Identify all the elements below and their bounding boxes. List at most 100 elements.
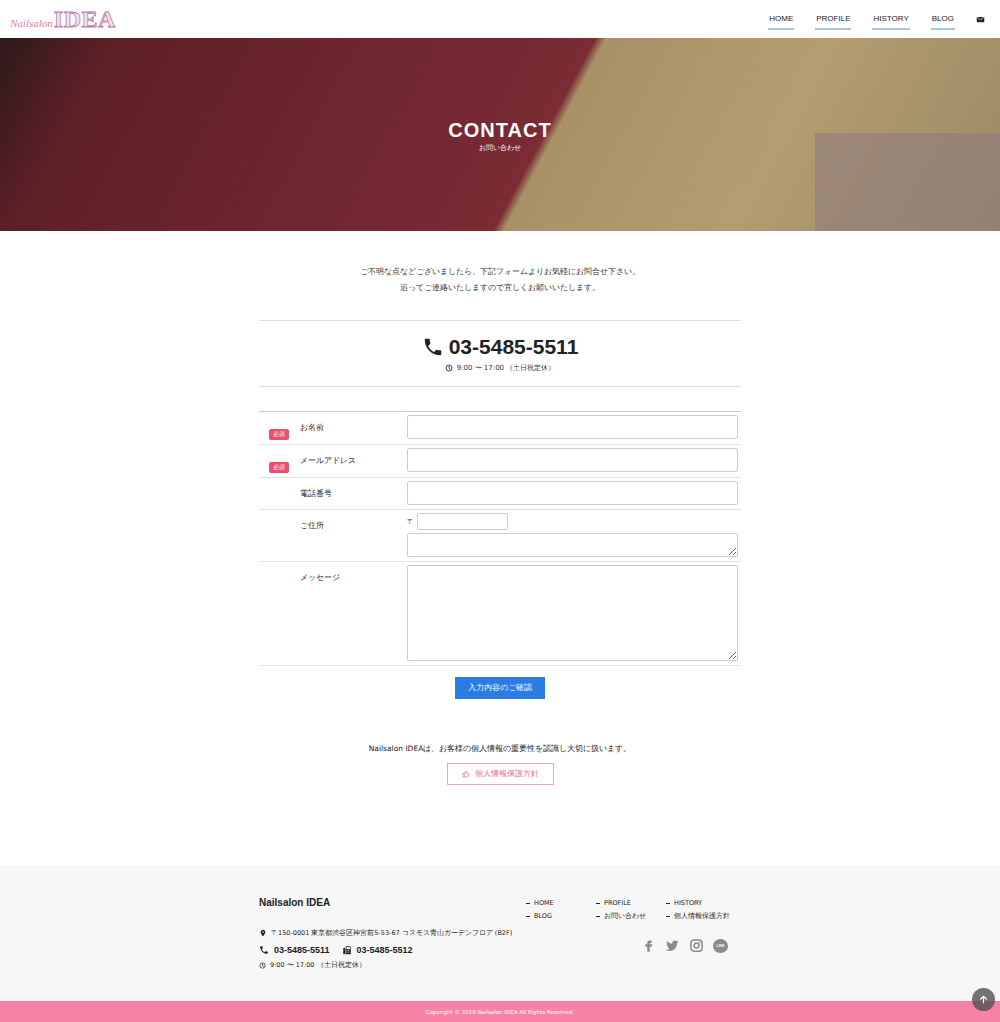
dash-mark	[526, 916, 530, 917]
site-footer: Nailsalon IDEA 〒150-0001 東京都渋谷区神宮前5-53-67…	[0, 865, 1000, 1001]
main-nav: HOME PROFILE HISTORY BLOG	[768, 8, 985, 30]
zip-mark: 〒	[407, 517, 414, 527]
business-hours: 9:00 〜 17:00 （土日祝定休）	[445, 361, 556, 375]
field-label: 電話番号	[300, 481, 407, 505]
form-row: 必須メールアドレス	[259, 445, 741, 478]
nav-link[interactable]: HOME	[768, 14, 794, 30]
map-pin-icon	[259, 929, 267, 937]
address-input[interactable]	[407, 533, 738, 557]
logo[interactable]: NailsalonIDEA	[10, 6, 116, 32]
footer-link[interactable]: BLOG	[526, 910, 596, 923]
required-cell	[259, 481, 300, 505]
mail-icon[interactable]	[976, 15, 985, 24]
required-badge: 必須	[269, 429, 289, 440]
input-cell	[407, 565, 738, 661]
nav-link[interactable]: BLOG	[931, 14, 955, 30]
intro-text: ご不明な点などございましたら、下記フォームよりお気軽にお問合せ下さい。追ってご連…	[259, 264, 741, 296]
footer-hours: 9:00 〜 17:00 （土日祝定休）	[259, 960, 512, 970]
footer-link-label: 個人情報保護方針	[674, 910, 730, 923]
confirm-button[interactable]: 入力内容のご確認	[455, 677, 545, 699]
dash-mark	[596, 916, 600, 917]
footer-link-column: HOMEBLOG	[526, 897, 596, 923]
privacy-button[interactable]: 個人情報保護方針	[447, 763, 554, 785]
field-label: メッセージ	[300, 565, 407, 661]
footer-link-label: BLOG	[534, 910, 552, 923]
footer-brand: Nailsalon IDEA	[259, 895, 512, 911]
phone-icon	[422, 336, 444, 358]
footer-fax: 03-5485-5512	[342, 944, 413, 956]
footer-link[interactable]: HOME	[526, 897, 596, 910]
intro-line: ご不明な点などございましたら、下記フォームよりお気軽にお問合せ下さい。	[259, 264, 741, 280]
copyright: Copyright © 2019 Nailsalon IDEA All Righ…	[426, 1008, 574, 1016]
phone-block: 03-5485-55119:00 〜 17:00 （土日祝定休）	[259, 320, 741, 387]
text-input[interactable]	[407, 448, 738, 472]
copyright-bar: Copyright © 2019 Nailsalon IDEA All Righ…	[0, 1001, 1000, 1022]
message-input[interactable]	[407, 565, 738, 661]
required-cell: 必須	[259, 415, 300, 440]
privacy-text: Nailsalon IDEAは、お客様の個人情報の重要性を認識し大切に扱います。	[259, 743, 741, 755]
footer-link[interactable]: PROFILE	[596, 897, 666, 910]
dash-mark	[666, 916, 670, 917]
hero-photo: CONTACTお問い合わせ	[0, 38, 1000, 231]
back-to-top-button[interactable]	[972, 988, 995, 1011]
footer-link[interactable]: HISTORY	[666, 897, 741, 910]
form-row: メッセージ	[259, 562, 741, 666]
footer-tel[interactable]: 03-5485-5511	[259, 944, 330, 956]
line-icon[interactable]: LINE	[713, 938, 728, 953]
dash-mark	[596, 903, 600, 904]
footer-link-column: HISTORY個人情報保護方針	[666, 897, 741, 923]
address-text: 〒150-0001 東京都渋谷区神宮前5-53-67 コスモス青山ガーデンフロア…	[271, 928, 512, 938]
hero-decoration	[815, 133, 1000, 231]
required-cell: 必須	[259, 448, 300, 473]
contact-form: 必須お名前必須メールアドレス電話番号ご住所〒メッセージ	[259, 411, 741, 666]
form-row: 電話番号	[259, 478, 741, 510]
required-cell	[259, 565, 300, 661]
privacy-row: 個人情報保護方針	[259, 763, 741, 785]
main-content: ご不明な点などございましたら、下記フォームよりお気軽にお問合せ下さい。追ってご連…	[0, 231, 1000, 865]
field-label: メールアドレス	[300, 448, 407, 473]
line-bubble: LINE	[713, 939, 728, 953]
footer-address: 〒150-0001 東京都渋谷区神宮前5-53-67 コスモス青山ガーデンフロア…	[259, 928, 512, 938]
footer-link-column: PROFILEお問い合わせ	[596, 897, 666, 923]
footer-link-label: お問い合わせ	[604, 910, 646, 923]
zip-row: 〒	[407, 513, 738, 530]
phone-icon	[259, 945, 269, 955]
form-row: ご住所〒	[259, 510, 741, 562]
logo-script: Nailsalon	[10, 17, 53, 29]
logo-main: IDEA	[54, 6, 116, 32]
footer-contacts: 03-5485-5511 03-5485-5512	[259, 944, 512, 956]
zip-input[interactable]	[417, 513, 508, 530]
fax-number: 03-5485-5512	[357, 944, 413, 956]
footer-link[interactable]: 個人情報保護方針	[666, 910, 741, 923]
required-badge: 必須	[269, 462, 289, 473]
footer-info: Nailsalon IDEA 〒150-0001 東京都渋谷区神宮前5-53-67…	[259, 895, 512, 970]
input-cell: 〒	[407, 513, 738, 557]
text-input[interactable]	[407, 415, 738, 439]
nav-link[interactable]: PROFILE	[815, 14, 851, 30]
nav-link[interactable]: HISTORY	[872, 14, 909, 30]
thumbs-up-icon	[462, 770, 470, 778]
content: ご不明な点などございましたら、下記フォームよりお気軽にお問合せ下さい。追ってご連…	[259, 264, 741, 785]
field-label: ご住所	[300, 513, 407, 557]
input-cell	[407, 448, 738, 473]
hours-text: 9:00 〜 17:00 （土日祝定休）	[457, 361, 556, 375]
arrow-up-icon	[978, 994, 989, 1005]
social-links: LINE	[526, 938, 741, 953]
form-row: 必須お名前	[259, 412, 741, 445]
submit-row: 入力内容のご確認	[259, 677, 741, 699]
footer-link[interactable]: お問い合わせ	[596, 910, 666, 923]
footer-nav: HOMEBLOGPROFILEお問い合わせHISTORY個人情報保護方針LINE	[526, 895, 741, 970]
phone-number[interactable]: 03-5485-5511	[449, 333, 579, 361]
footer-inner: Nailsalon IDEA 〒150-0001 東京都渋谷区神宮前5-53-67…	[259, 895, 741, 970]
footer-hours-text: 9:00 〜 17:00 （土日祝定休）	[270, 960, 366, 970]
phone-number-row: 03-5485-5511	[422, 333, 579, 361]
field-label: お名前	[300, 415, 407, 440]
instagram-icon[interactable]	[689, 938, 704, 953]
twitter-icon[interactable]	[665, 938, 680, 953]
line-label: LINE	[717, 944, 725, 948]
site-header: NailsalonIDEA HOME PROFILE HISTORY BLOG	[0, 0, 1000, 38]
hero-title: CONTACT	[448, 119, 551, 141]
footer-link-label: HISTORY	[674, 897, 702, 910]
text-input[interactable]	[407, 481, 738, 505]
facebook-icon[interactable]	[641, 938, 656, 953]
